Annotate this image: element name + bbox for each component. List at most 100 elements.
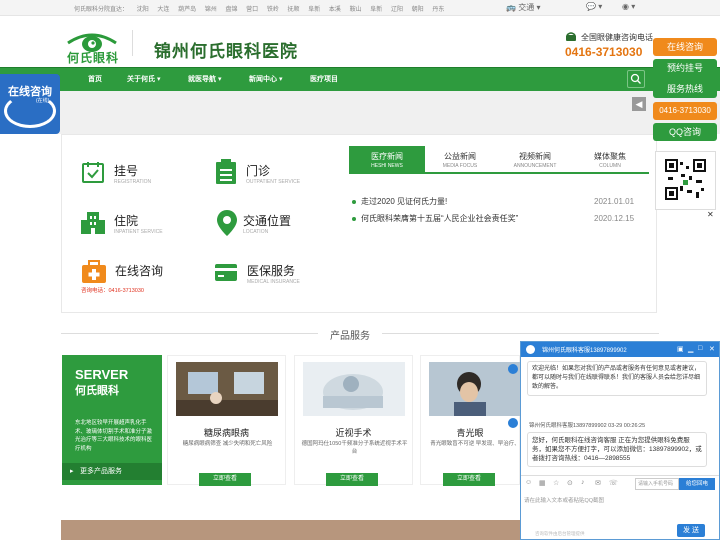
service-title: 医保服务 — [247, 264, 296, 278]
city-link[interactable]: 大连 — [157, 7, 169, 13]
right-appointment[interactable]: 预约挂号 — [653, 59, 717, 77]
more-products-link[interactable]: ▸ 更多产品服务 — [62, 463, 162, 480]
rating-icon[interactable]: ☆ — [553, 479, 559, 487]
hospital-name: 锦州何氏眼科医院 — [154, 42, 298, 61]
chevron-right-icon: ▸ — [70, 468, 74, 475]
city-link[interactable]: 沈阳 — [137, 7, 149, 13]
service-subtitle: INPATIENT SERVICE — [114, 229, 163, 235]
city-link[interactable]: 阜新 — [370, 7, 382, 13]
service-title: 交通位置 — [243, 214, 292, 228]
callback-button[interactable]: 给您回电 — [679, 478, 715, 490]
close-icon[interactable]: ✕ — [707, 210, 714, 219]
traffic-link[interactable]: 🚌 交通 ▾ — [506, 2, 540, 13]
server-title: SERVER — [75, 367, 129, 382]
view-product-button[interactable]: 立即查看 — [443, 473, 495, 486]
chevron-down-icon: ▾ — [631, 2, 636, 11]
mail-icon[interactable]: ✉ — [595, 479, 601, 487]
news-tabs: 医疗新闻 HESHI NEWS 公益新闻 MEDIA FOCUS 视频新闻 AN… — [349, 146, 649, 174]
server-description: 东北地区较早开展超声乳化手术、玻璃体切割手术和准分子激光治疗等三大眼科技术的眼科… — [75, 420, 153, 452]
tab-sublabel: MEDIA FOCUS — [442, 163, 478, 169]
banner-prev-button[interactable]: ◀ — [632, 97, 646, 111]
service-registration[interactable]: 挂号 REGISTRATION — [80, 160, 200, 190]
right-hotline-number[interactable]: 0416-3713030 — [653, 102, 717, 120]
chat-message-input[interactable]: 请在此输入文本或者粘贴QQ截图 — [524, 496, 604, 504]
weibo-link[interactable]: ◉ ▾ — [622, 2, 635, 11]
tab-media-focus[interactable]: 媒体聚焦 COLUMN — [572, 146, 648, 174]
callback-phone-input[interactable]: 请输入手机号码 — [635, 478, 679, 490]
emoji-icon[interactable]: ☺ — [525, 479, 532, 486]
service-inpatient[interactable]: 住院 INPATIENT SERVICE — [80, 210, 200, 240]
search-button[interactable] — [627, 70, 645, 88]
nav-item-guide[interactable]: 就医导航 ▾ — [188, 74, 221, 84]
city-link[interactable]: 阜新 — [308, 7, 320, 13]
more-products-label: 更多产品服务 — [80, 468, 122, 475]
image-icon[interactable]: ▦ — [539, 479, 546, 487]
minimize-icon[interactable]: ▁ — [688, 345, 693, 353]
nav-item-news[interactable]: 新闻中心 ▾ — [249, 74, 282, 84]
phone-icon[interactable]: ☏ — [609, 479, 618, 487]
tab-video-news[interactable]: 视频新闻 ANNOUNCEMENT — [497, 146, 573, 174]
send-button[interactable]: 发 送 — [677, 524, 705, 537]
tab-sublabel: HESHI NEWS — [371, 163, 403, 169]
maximize-icon[interactable]: □ — [698, 345, 702, 352]
float-consult-sub: (在线) — [36, 98, 50, 104]
pin-icon[interactable]: ▣ — [677, 345, 684, 353]
bell-icon[interactable]: ♪ — [581, 479, 585, 486]
server-subtitle: 何氏眼科 — [75, 385, 119, 397]
product-description: 德国阿玛仕1050千频准分子系统近视手术平台 — [301, 441, 408, 455]
product-name: 糖尿病眼病 — [203, 428, 249, 438]
view-product-button[interactable]: 立即查看 — [199, 473, 251, 486]
tab-sublabel: COLUMN — [599, 163, 621, 169]
bullet-icon — [352, 199, 356, 204]
city-link[interactable]: 营口 — [246, 7, 258, 13]
chat-agent-avatar-icon — [508, 418, 518, 428]
news-item[interactable]: 何氏眼科荣膺第十五届“人民企业社会责任奖” — [352, 213, 518, 224]
wechat-icon: 💬 — [586, 2, 596, 11]
clipboard-icon — [216, 159, 236, 184]
nav-item-about[interactable]: 关于何氏 ▾ — [127, 74, 160, 84]
service-title: 在线咨询 — [115, 264, 164, 278]
logo-text: 何氏眼科 — [67, 51, 120, 65]
city-link[interactable]: 葫芦岛 — [178, 7, 196, 13]
service-location[interactable]: 交通位置 LOCATION — [213, 210, 333, 240]
product-card: 近视手术 德国阿玛仕1050千频准分子系统近视手术平台 立即查看 — [294, 355, 413, 486]
news-item[interactable]: 走过2020 见证何氏力量! — [352, 196, 447, 207]
news-title: 何氏眼科荣膺第十五届“人民企业社会责任奖” — [361, 214, 519, 223]
wechat-link[interactable]: 💬 ▾ — [586, 2, 602, 11]
city-link[interactable]: 朝阳 — [412, 7, 424, 13]
chevron-left-icon: ◀ — [635, 99, 643, 109]
tab-charity-news[interactable]: 公益新闻 MEDIA FOCUS — [422, 146, 498, 174]
nav-item-home[interactable]: 首页 — [88, 74, 102, 84]
float-consult-button[interactable]: 在线咨询 (在线) — [0, 74, 60, 134]
city-link[interactable]: 盘锦 — [225, 7, 237, 13]
right-online-consult[interactable]: 在线咨询 — [653, 38, 717, 56]
nav-item-news-label: 新闻中心 — [249, 76, 277, 83]
product-image[interactable] — [303, 362, 405, 416]
city-link[interactable]: 抚顺 — [288, 7, 300, 13]
history-icon[interactable]: ⊙ — [567, 479, 573, 487]
city-link[interactable]: 丹东 — [432, 7, 444, 13]
view-product-button[interactable]: 立即查看 — [326, 473, 378, 486]
qr-code-icon — [664, 158, 707, 201]
city-link[interactable]: 辽阳 — [391, 7, 403, 13]
service-insurance[interactable]: 医保服务 MEDICAL INSURANCE — [213, 260, 343, 290]
city-link[interactable]: 本溪 — [329, 7, 341, 13]
chat-agent-avatar-icon — [508, 364, 518, 374]
right-hotline-label[interactable]: 服务热线 — [653, 80, 717, 98]
nav-item-projects[interactable]: 医疗项目 — [310, 74, 338, 84]
service-title: 门诊 — [246, 164, 271, 178]
calendar-check-icon — [82, 162, 104, 183]
service-online-consult[interactable]: 在线咨询 咨询电话：0416-3713030 — [80, 260, 210, 298]
city-link[interactable]: 铁岭 — [267, 7, 279, 13]
service-outpatient[interactable]: 门诊 OUTPATIENT SERVICE — [213, 159, 333, 190]
medical-kit-icon — [82, 260, 106, 283]
search-icon — [630, 73, 641, 84]
tab-medical-news[interactable]: 医疗新闻 HESHI NEWS — [349, 146, 425, 174]
product-image[interactable] — [176, 362, 278, 416]
right-qq-consult[interactable]: QQ咨询 — [653, 123, 717, 141]
close-icon[interactable]: ✕ — [709, 345, 715, 353]
weibo-icon: ◉ — [622, 2, 629, 11]
city-link[interactable]: 锦州 — [205, 7, 217, 13]
location-pin-icon — [217, 210, 237, 236]
city-link[interactable]: 鞍山 — [350, 7, 362, 13]
